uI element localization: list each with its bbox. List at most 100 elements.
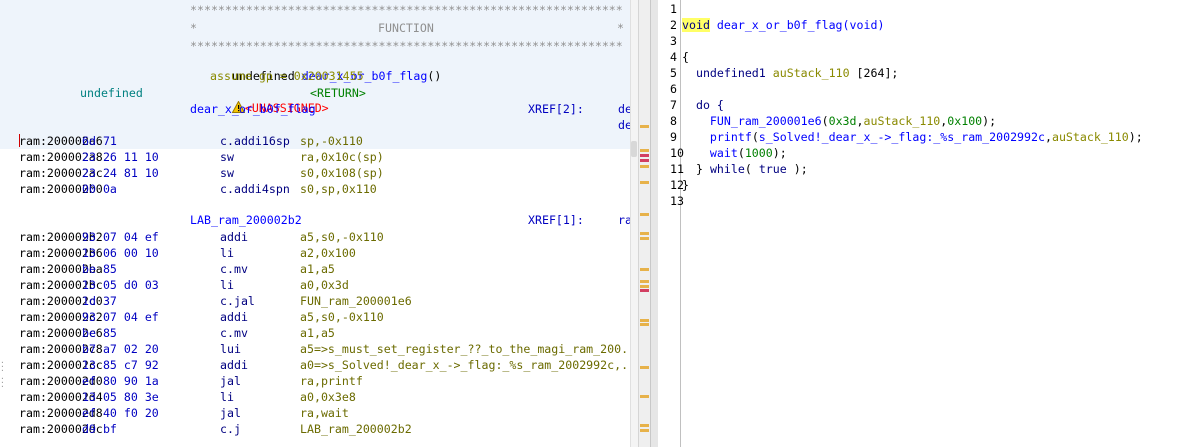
marker-bookmark[interactable] [640, 181, 649, 184]
instruction-operands[interactable]: a0,0x3e8 [300, 389, 356, 405]
marker-bookmark[interactable] [640, 285, 649, 288]
function-xref[interactable]: XREF[2]: [528, 101, 584, 117]
decomp-local-var[interactable]: auStack_110 [773, 66, 850, 80]
instruction-bytes: be 85 [82, 326, 117, 340]
instruction-mnemonic[interactable]: c.mv [220, 261, 248, 277]
decomp-line-11[interactable]: } while( true ); [682, 161, 808, 177]
instruction-mnemonic[interactable]: jal [220, 373, 241, 389]
marker-bookmark[interactable] [640, 395, 649, 398]
xref-entry-2[interactable]: de [618, 117, 630, 133]
marker-bookmark[interactable] [640, 268, 649, 271]
void-keyword[interactable]: void [682, 18, 710, 32]
instruction-operands[interactable]: s0,sp,0x110 [300, 181, 377, 197]
decomp-arg-num[interactable]: 0x100 [947, 114, 982, 128]
marker-error[interactable] [640, 154, 649, 157]
decomp-call-wait[interactable]: wait [710, 146, 738, 160]
instruction-operands[interactable]: a5,s0,-0x110 [300, 309, 384, 325]
line-number: 13 [670, 194, 684, 208]
decomp-call-printf[interactable]: printf [710, 130, 752, 144]
decomp-arg-var[interactable]: auStack_110 [864, 114, 941, 128]
xref-entry-1[interactable]: de [618, 101, 630, 117]
instruction-operands[interactable]: ra,printf [300, 373, 363, 389]
loop-label[interactable]: LAB_ram_200002b2 [190, 212, 302, 228]
instruction-operands[interactable]: a2,0x100 [300, 245, 356, 261]
collapse-dots: · · · [0, 358, 5, 375]
loop-xref-entry[interactable]: ra [618, 212, 630, 228]
decomp-line-4[interactable]: { [682, 49, 689, 65]
instruction-mnemonic[interactable]: jal [220, 405, 241, 421]
instruction-mnemonic[interactable]: li [220, 245, 234, 261]
instruction-mnemonic[interactable]: addi [220, 357, 248, 373]
instruction-mnemonic[interactable]: addi [220, 229, 248, 245]
decomp-call-fun[interactable]: FUN_ram_200001e6 [710, 114, 822, 128]
decomp-line-9[interactable]: printf(s_Solved!_dear_x_->_flag:_%s_ram_… [682, 129, 1143, 145]
instruction-mnemonic[interactable]: c.mv [220, 325, 248, 341]
marker-error[interactable] [640, 159, 649, 162]
decomp-comma: , [856, 114, 864, 128]
instruction-operands[interactable]: FUN_ram_200001e6 [300, 293, 412, 309]
marker-bookmark[interactable] [640, 165, 649, 168]
return-tag: <RETURN> [310, 86, 366, 100]
header-star-right: * [617, 21, 624, 35]
instruction-operands[interactable]: a5=>s_must_set_register_??_to_the_magi_r… [300, 341, 630, 357]
function-label[interactable]: dear_x_or_b0f_flag [190, 101, 316, 117]
marker-bookmark[interactable] [640, 237, 649, 240]
decomp-true-keyword[interactable]: true [759, 162, 787, 176]
decomp-line-2[interactable]: void dear_x_or_b0f_flag(void) [682, 17, 884, 33]
marker-bookmark[interactable] [640, 280, 649, 283]
instruction-operands[interactable]: a1,a5 [300, 325, 335, 341]
scrollbar-thumb[interactable] [631, 141, 637, 157]
instruction-mnemonic[interactable]: lui [220, 341, 241, 357]
instruction-bytes: 23 26 11 10 [82, 150, 159, 164]
decomp-function-signature[interactable]: dear_x_or_b0f_flag(void) [710, 18, 885, 32]
marker-bookmark[interactable] [640, 149, 649, 152]
decomp-line-10[interactable]: wait(1000); [682, 145, 787, 161]
instruction-mnemonic[interactable]: addi [220, 309, 248, 325]
marker-error[interactable] [640, 289, 649, 292]
decomp-line-5[interactable]: undefined1 auStack_110 [264]; [682, 65, 898, 81]
function-signature[interactable]: undefined dear_x_or_b0f_flag() [190, 52, 441, 83]
instruction-operands[interactable]: ra,wait [300, 405, 349, 421]
instruction-mnemonic[interactable]: sw [220, 165, 234, 181]
instruction-mnemonic[interactable]: sw [220, 149, 234, 165]
decomp-string-ref[interactable]: s_Solved!_dear_x_->_flag:_%s_ram_2002992… [759, 130, 1045, 144]
marker-bookmark[interactable] [640, 125, 649, 128]
marker-bookmark[interactable] [640, 232, 649, 235]
decomp-arg-num[interactable]: 1000 [745, 146, 773, 160]
marker-bookmark[interactable] [640, 323, 649, 326]
listing-pane[interactable]: ****************************************… [0, 0, 630, 447]
header-stars-top: ****************************************… [190, 3, 623, 17]
instruction-bytes: ef 80 90 1a [82, 374, 159, 388]
instruction-operands[interactable]: ra,0x10c(sp) [300, 149, 384, 165]
decomp-paren: ); [786, 162, 808, 176]
marker-bookmark[interactable] [640, 429, 649, 432]
instruction-mnemonic[interactable]: c.addi16sp [220, 133, 290, 149]
instruction-operands[interactable]: a0,0x3d [300, 277, 349, 293]
decomp-line-7[interactable]: do { [682, 97, 724, 113]
marker-bookmark[interactable] [640, 319, 649, 322]
decomp-while-keyword[interactable]: while [710, 162, 745, 176]
marker-bookmark[interactable] [640, 213, 649, 216]
decomp-arg-var[interactable]: auStack_110 [1052, 130, 1129, 144]
decompiler-pane[interactable]: 1 2 3 4 5 6 7 8 9 10 11 12 13 void dear_x_or_b0f_fla… [658, 0, 1179, 447]
marker-bookmark[interactable] [640, 424, 649, 427]
instruction-operands[interactable]: a0=>s_Solved!_dear_x_->_flag:_%s_ram_200… [300, 357, 630, 373]
decomp-arg-num[interactable]: 0x3d [829, 114, 857, 128]
instruction-operands[interactable]: a5,s0,-0x110 [300, 229, 384, 245]
instruction-mnemonic[interactable]: c.addi4spn [220, 181, 290, 197]
instruction-bytes: 13 05 d0 03 [82, 278, 159, 292]
instruction-operands[interactable]: sp,-0x110 [300, 133, 363, 149]
loop-xref[interactable]: XREF[1]: [528, 212, 584, 228]
instruction-mnemonic[interactable]: c.j [220, 421, 241, 437]
instruction-operands[interactable]: a1,a5 [300, 261, 335, 277]
decomp-do-keyword[interactable]: do { [696, 98, 724, 112]
instruction-mnemonic[interactable]: c.jal [220, 293, 255, 309]
instruction-operands[interactable]: s0,0x108(sp) [300, 165, 384, 181]
instruction-mnemonic[interactable]: li [220, 389, 234, 405]
instruction-mnemonic[interactable]: li [220, 277, 234, 293]
marker-bookmark[interactable] [640, 366, 649, 369]
decomp-line-8[interactable]: FUN_ram_200001e6(0x3d,auStack_110,0x100)… [682, 113, 996, 129]
instruction-operands[interactable]: LAB_ram_200002b2 [300, 421, 412, 437]
decomp-local-type[interactable]: undefined1 [696, 66, 766, 80]
decomp-line-12[interactable]: } [682, 177, 689, 193]
